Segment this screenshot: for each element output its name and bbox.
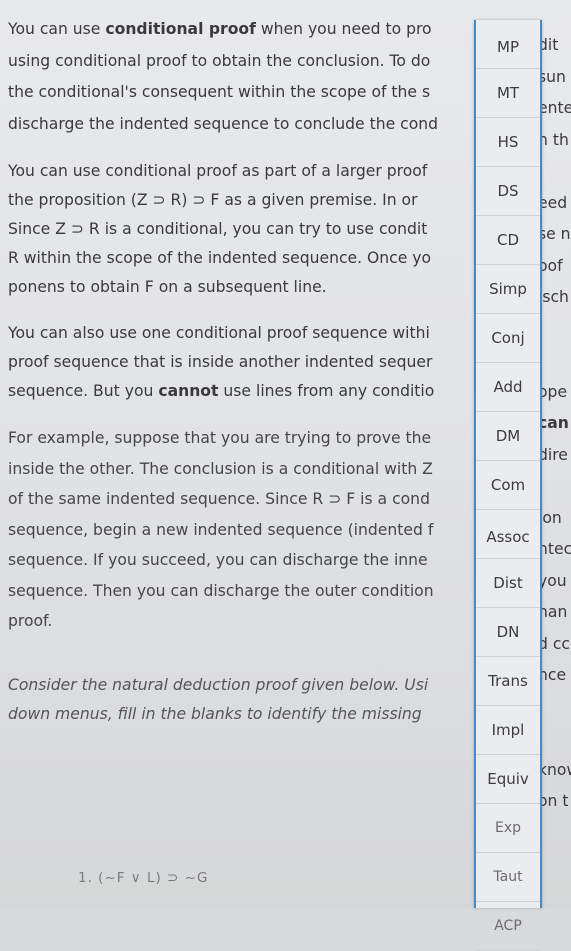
cut-off-text-fragment: on t (538, 792, 569, 810)
paragraph-2: You can use conditional proof as part of… (8, 157, 474, 302)
paragraph-3: You can also use one conditional proof s… (8, 319, 474, 406)
text-line: the proposition (Z ⊃ R) ⊃ F as a given p… (8, 186, 474, 215)
text-segment: You can use conditional proof as part of… (8, 162, 428, 180)
text-segment: For example, suppose that you are trying… (8, 429, 432, 447)
justification-dropdown-menu[interactable]: MP MT HS DS CD Simp Conj Add DM Com Assoc Dist DN Tra… (474, 20, 542, 951)
text-segment: of the same indented sequence. Since R ⊃… (8, 490, 430, 508)
dropdown-option-conj[interactable]: Conj (476, 314, 540, 363)
proof-line-1: 1. (~F ∨ L) ⊃ ~G (78, 870, 209, 886)
cut-off-text-fragment: ente (538, 99, 571, 117)
cut-off-text-fragment (538, 156, 571, 188)
text-line: You can use conditional proof as part of… (8, 157, 474, 186)
cut-off-text-fragment: ion (538, 508, 562, 527)
cut-off-text-fragment: nce (538, 666, 567, 684)
cut-off-text-fragment: sun (538, 67, 566, 86)
cut-off-text-fragment: eed (538, 193, 568, 212)
cut-off-text-fragment: dit (538, 36, 559, 54)
text-segment: Consider the natural deduction proof giv… (8, 675, 429, 694)
cut-off-text-fragment: n th (538, 130, 569, 149)
text-segment: when you need to pro (255, 20, 432, 38)
cut-off-text-fragment (538, 471, 571, 503)
text-segment: sequence. Then you can discharge the out… (8, 581, 434, 600)
text-line: R within the scope of the indented seque… (8, 244, 474, 273)
text-line: proof. (8, 606, 474, 637)
text-segment: the conditional's consequent within the … (8, 83, 431, 101)
text-line: using conditional proof to obtain the co… (8, 46, 474, 78)
dropdown-option-equiv[interactable]: Equiv (476, 755, 540, 804)
text-line: Since Z ⊃ R is a conditional, you can tr… (8, 215, 474, 244)
text-line: inside the other. The conclusion is a co… (8, 454, 474, 485)
dropdown-option-assoc[interactable]: Assoc (476, 510, 540, 559)
cut-off-text-fragment (538, 314, 571, 346)
paragraph-5: Consider the natural deduction proof giv… (8, 671, 474, 729)
text-segment: inside the other. The conclusion is a co… (8, 459, 433, 478)
text-segment: Since Z ⊃ R is a conditional, you can tr… (8, 220, 428, 238)
text-segment: ponens to obtain F on a subsequent line. (8, 278, 327, 296)
text-segment: discharge the indented sequence to concl… (8, 114, 439, 133)
text-segment: the proposition (Z ⊃ R) ⊃ F as a given p… (8, 191, 418, 209)
cut-off-text-fragment: know (538, 760, 571, 779)
dropdown-option-hs[interactable]: HS (476, 118, 540, 167)
cut-off-text-fragment: dire (538, 445, 568, 464)
dropdown-option-exp[interactable]: Exp (476, 804, 540, 853)
dropdown-option-dist[interactable]: Dist (476, 559, 540, 608)
paragraph-1: You can use conditional proof when you n… (8, 14, 474, 140)
text-line: You can use conditional proof when you n… (8, 14, 474, 46)
cut-off-text-fragment: ope (538, 382, 568, 401)
text-line: down menus, fill in the blanks to identi… (8, 700, 474, 729)
text-segment: down menus, fill in the blanks to identi… (8, 704, 422, 723)
cut-off-text-fragment (538, 345, 571, 377)
text-line: sequence. Then you can discharge the out… (8, 576, 474, 607)
text-segment: sequence, begin a new indented sequence … (8, 520, 434, 539)
dropdown-option-com[interactable]: Com (476, 461, 540, 510)
text-line: You can also use one conditional proof s… (8, 319, 474, 348)
dropdown-option-ds[interactable]: DS (476, 167, 540, 216)
dropdown-option-trans[interactable]: Trans (476, 657, 540, 706)
text-line: Consider the natural deduction proof giv… (8, 671, 474, 700)
cut-off-text-fragment: han (538, 603, 568, 621)
text-segment: You can use (8, 20, 106, 38)
text-line: sequence. If you succeed, you can discha… (8, 545, 474, 576)
text-segment: You can also use one conditional proof s… (8, 324, 430, 342)
dropdown-option-add[interactable]: Add (476, 363, 540, 412)
dropdown-option-mp[interactable]: MP (476, 20, 540, 69)
text-segment: proof. (8, 612, 53, 630)
bold-term: cannot (158, 382, 219, 400)
cut-off-text-fragment: isch (538, 288, 569, 306)
dropdown-option-acp[interactable]: ACP (476, 902, 540, 951)
text-line: proof sequence that is inside another in… (8, 348, 474, 377)
cut-off-text-fragment: you (538, 571, 567, 590)
text-segment: proof sequence that is inside another in… (8, 353, 433, 371)
dropdown-option-taut[interactable]: Taut (476, 853, 540, 902)
dropdown-option-dn[interactable]: DN (476, 608, 540, 657)
instruction-text: You can use conditional proof when you n… (8, 14, 474, 746)
cut-off-text-fragment (538, 692, 571, 724)
cut-off-text-fragment: can (538, 414, 569, 432)
text-line: sequence. But you cannot use lines from … (8, 377, 474, 406)
dropdown-option-mt[interactable]: MT (476, 69, 540, 118)
bold-term: conditional proof (105, 20, 256, 38)
text-segment: use lines from any conditio (218, 382, 435, 400)
paragraph-4: For example, suppose that you are trying… (8, 423, 474, 637)
dropdown-option-cd[interactable]: CD (476, 216, 540, 265)
text-line: discharge the indented sequence to concl… (8, 109, 474, 141)
text-line: ponens to obtain F on a subsequent line. (8, 273, 474, 302)
text-segment: sequence. If you succeed, you can discha… (8, 551, 428, 569)
cut-off-text-fragment: ntec (538, 540, 571, 558)
cut-off-text-fragment: d cc (538, 634, 571, 653)
right-text-fragments: dit sun ente n th eed se n oof isch ope can dire io… (538, 30, 571, 818)
text-segment: sequence. But you (8, 382, 159, 400)
text-line: For example, suppose that you are trying… (8, 423, 474, 454)
dropdown-option-impl[interactable]: Impl (476, 706, 540, 755)
dropdown-option-simp[interactable]: Simp (476, 265, 540, 314)
cut-off-text-fragment: se n (538, 225, 571, 243)
cut-off-text-fragment (538, 723, 571, 755)
text-line: the conditional's consequent within the … (8, 77, 474, 109)
text-segment: R within the scope of the indented seque… (8, 249, 432, 267)
text-line: sequence, begin a new indented sequence … (8, 515, 474, 546)
cut-off-text-fragment: oof (538, 256, 563, 275)
dropdown-option-dm[interactable]: DM (476, 412, 540, 461)
text-line: of the same indented sequence. Since R ⊃… (8, 484, 474, 515)
text-segment: using conditional proof to obtain the co… (8, 51, 431, 70)
